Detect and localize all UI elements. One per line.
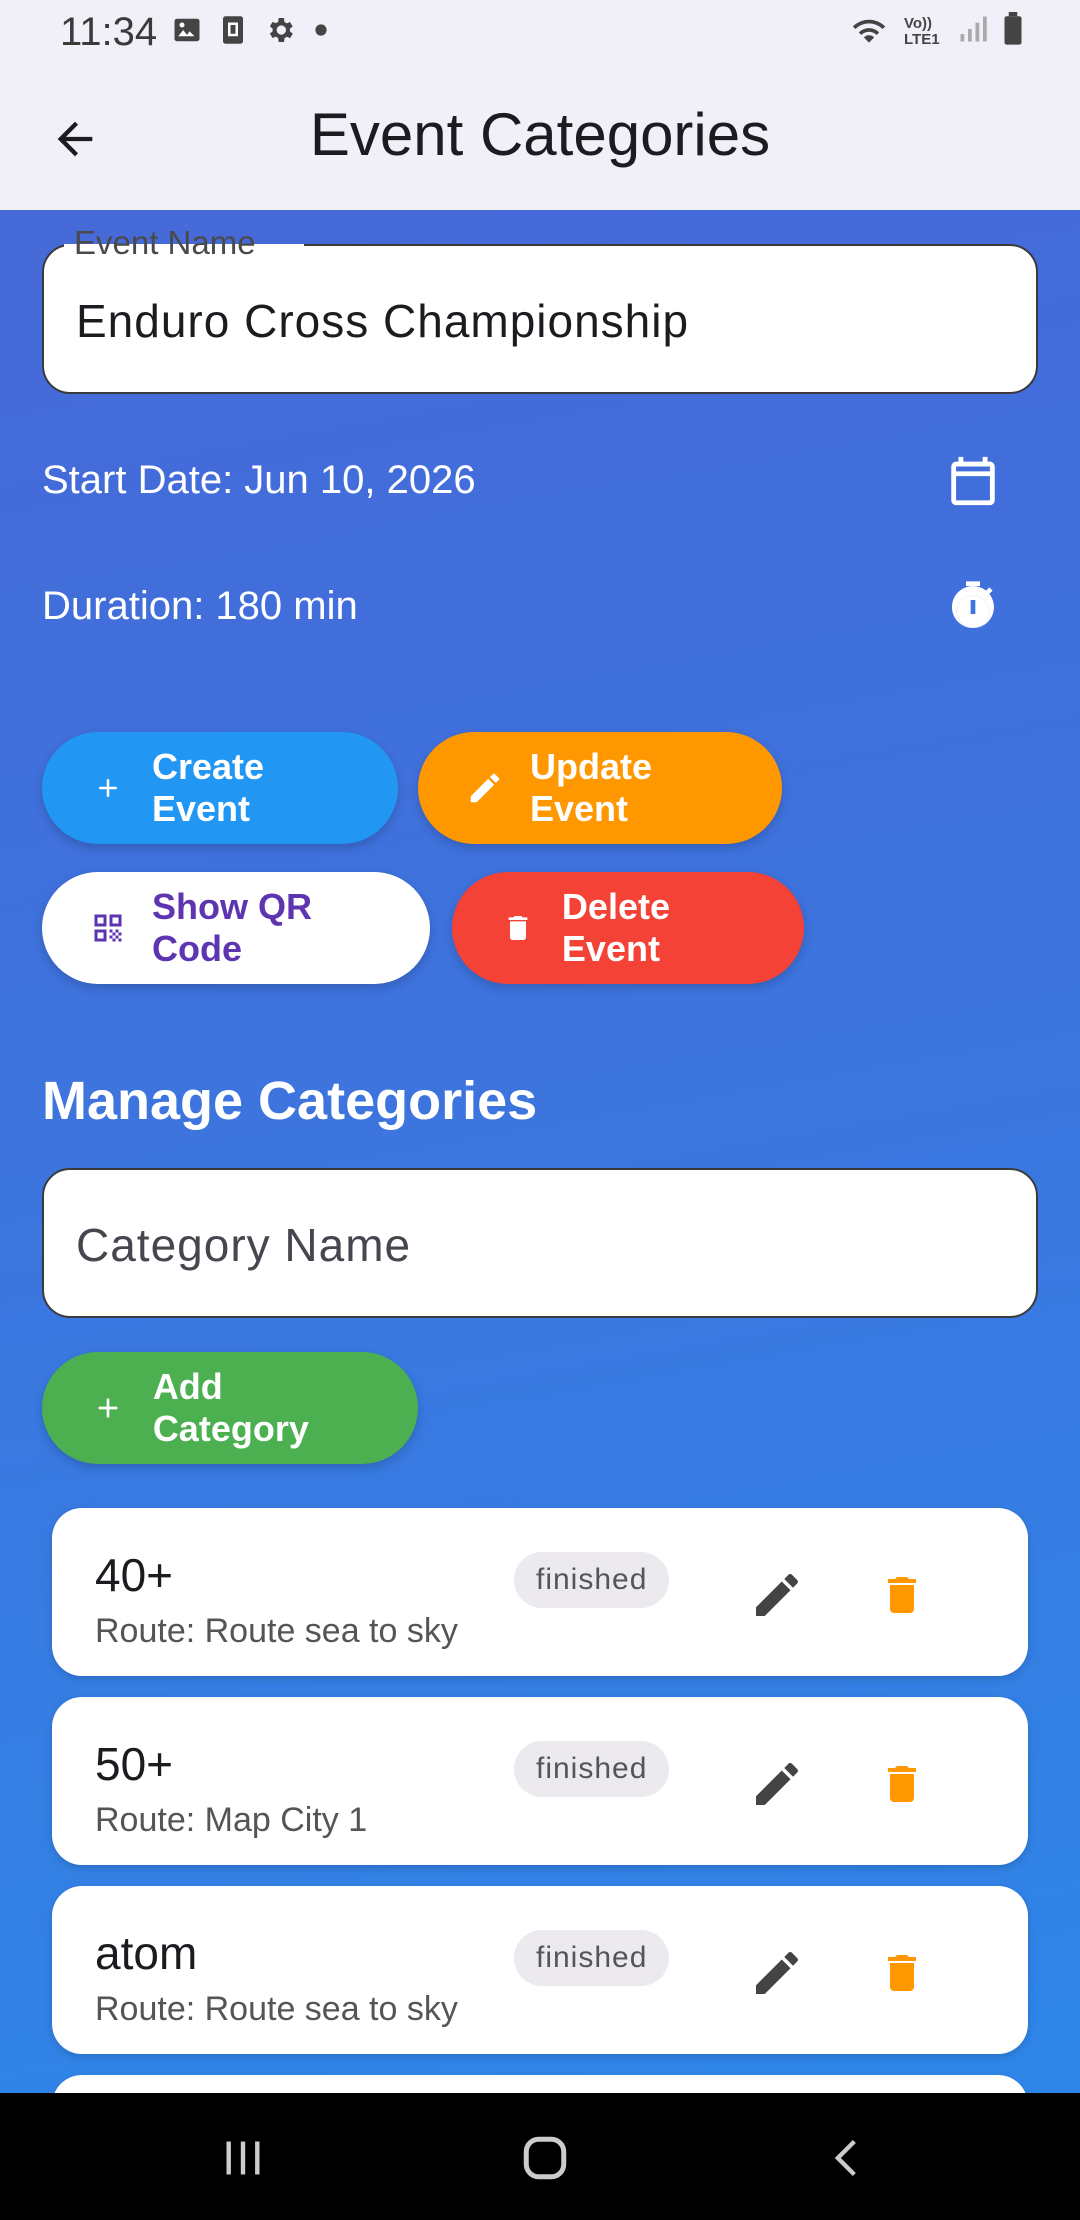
status-system-icons: Vo)) LTE1 [848, 12, 1024, 51]
start-date-row: Start Date: Jun 10, 2026 [42, 436, 1038, 526]
add-category-label: Add Category [152, 1366, 309, 1449]
update-event-label: Update Event [530, 746, 653, 829]
gear-icon [264, 14, 296, 51]
edit-category-button[interactable] [742, 1749, 812, 1819]
status-badge: finished [514, 1741, 670, 1797]
add-category-button[interactable]: Add Category [42, 1352, 418, 1464]
create-event-button[interactable]: Create Event [42, 732, 398, 844]
trash-icon [888, 1766, 916, 1802]
category-name-placeholder: Category Name [76, 1219, 412, 1271]
calendar-icon [951, 456, 995, 506]
category-card[interactable]: 50+ Route: Map City 1 finished [52, 1697, 1028, 1865]
section-title: Manage Categories [42, 1071, 538, 1131]
pencil-icon [756, 1951, 798, 1994]
add-icon [90, 1388, 127, 1428]
image-icon [172, 15, 202, 50]
category-route: Route: Map City 1 [95, 1801, 368, 1839]
category-card[interactable]: 40+ Route: Route sea to sky finished [52, 1508, 1028, 1676]
wifi-icon [848, 12, 890, 51]
dot-icon [314, 23, 328, 42]
home-button[interactable] [505, 2123, 585, 2193]
status-notification-icons [172, 14, 328, 51]
start-date-text: Start Date: Jun 10, 2026 [42, 458, 476, 502]
event-name-label: Event Name [74, 224, 256, 261]
page-title: Event Categories [309, 101, 771, 168]
show-qr-button[interactable]: Show QR Code [42, 872, 430, 984]
update-event-button[interactable]: Update Event [418, 732, 782, 844]
category-name: 50+ [95, 1738, 174, 1790]
home-icon [523, 2136, 567, 2180]
show-qr-label: Show QR Code [152, 886, 312, 969]
category-name: atom [95, 1927, 198, 1979]
category-route: Route: Route sea to sky [95, 1990, 458, 2028]
event-name-field[interactable]: Event Name Enduro Cross Championship [42, 224, 1038, 394]
edit-category-button[interactable] [742, 1560, 812, 1630]
trash-icon [888, 1955, 916, 1991]
sim-icon [220, 15, 246, 50]
category-card[interactable]: atom Route: Route sea to sky finished [52, 1886, 1028, 2054]
timer-icon [951, 581, 994, 629]
category-card[interactable] [52, 2075, 1028, 2093]
volte-icon: Vo)) LTE1 [904, 14, 940, 48]
pencil-icon [756, 1762, 798, 1805]
delete-category-button[interactable] [867, 1560, 937, 1630]
add-icon [90, 768, 126, 808]
system-nav-bar [0, 2093, 1080, 2220]
chevron-left-icon [834, 2139, 856, 2177]
status-badge: finished [514, 1930, 670, 1986]
status-time: 11:34 [60, 10, 158, 54]
delete-event-label: Delete Event [561, 886, 670, 969]
category-name-input[interactable]: Category Name [42, 1168, 1038, 1318]
status-badge: finished [514, 1552, 670, 1608]
trash-icon [500, 908, 536, 948]
trash-icon [888, 1577, 916, 1613]
status-bar: 11:34 Vo)) LTE1 [0, 0, 1080, 64]
delete-category-button[interactable] [867, 1749, 937, 1819]
calendar-button[interactable] [938, 446, 1008, 516]
delete-event-button[interactable]: Delete Event [452, 872, 804, 984]
back-nav-button[interactable] [807, 2123, 887, 2193]
recents-button[interactable] [203, 2123, 283, 2193]
category-route: Route: Route sea to sky [95, 1612, 458, 1650]
edit-category-button[interactable] [742, 1938, 812, 2008]
event-name-value: Enduro Cross Championship [76, 295, 690, 347]
category-name: 40+ [95, 1549, 174, 1601]
create-event-label: Create Event [151, 746, 265, 829]
content-area[interactable]: Event Name Enduro Cross Championship Sta… [0, 210, 1080, 2093]
delete-category-button[interactable] [867, 1938, 937, 2008]
battery-icon [1002, 12, 1024, 51]
recents-icon [226, 2141, 260, 2175]
pencil-icon [756, 1573, 798, 1616]
signal-icon [958, 14, 988, 49]
timer-button[interactable] [938, 572, 1008, 642]
qr-code-icon [90, 908, 126, 948]
app-bar: Event Categories [0, 64, 1080, 210]
duration-row: Duration: 180 min [42, 562, 1038, 652]
duration-text: Duration: 180 min [42, 584, 358, 628]
pencil-icon [466, 768, 504, 808]
